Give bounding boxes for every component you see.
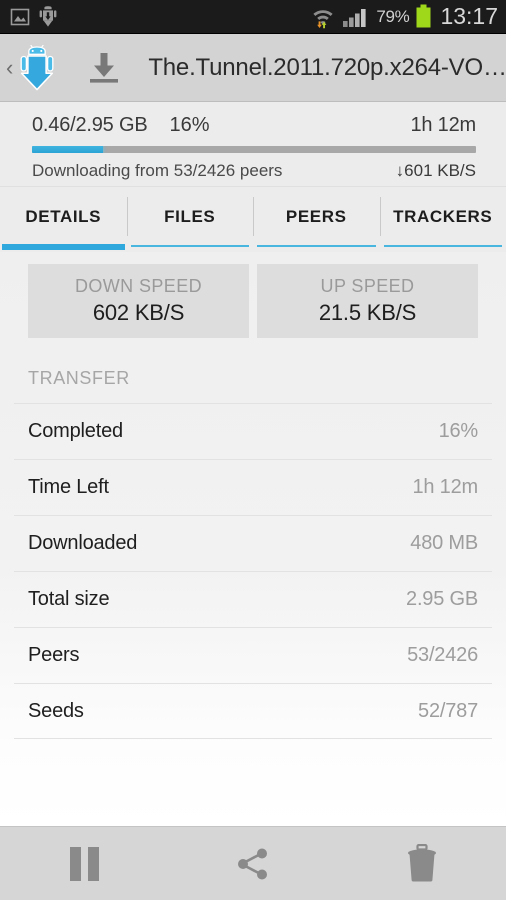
tab-files[interactable]: FILES: [126, 187, 254, 252]
details-content: DOWN SPEED 602 KB/S UP SPEED 21.5 KB/S T…: [0, 252, 506, 826]
tab-trackers[interactable]: TRACKERS: [379, 187, 506, 252]
progress-status-row: Downloading from 53/2426 peers ↓601 KB/S: [32, 161, 476, 181]
tab-bar: DETAILS FILES PEERS TRACKERS: [0, 187, 506, 252]
down-speed-card: DOWN SPEED 602 KB/S: [28, 264, 249, 338]
up-navigation-caret[interactable]: ‹: [0, 56, 14, 79]
progress-eta: 1h 12m: [410, 114, 476, 136]
up-speed-card: UP SPEED 21.5 KB/S: [257, 264, 478, 338]
progress-status-text: Downloading from 53/2426 peers: [32, 161, 283, 180]
tab-files-label: FILES: [164, 206, 216, 226]
delete-button[interactable]: [337, 827, 506, 900]
notification-icons: [10, 6, 58, 27]
action-bar: ‹ The.Tunnel.2011.720p.x264-VO…: [0, 34, 506, 102]
row-label: Downloaded: [28, 532, 138, 554]
tab-peers[interactable]: PEERS: [253, 187, 380, 252]
android-download-app-icon[interactable]: [14, 44, 60, 91]
battery-percent: 79%: [376, 6, 410, 26]
table-row[interactable]: Peers 53/2426: [14, 627, 492, 683]
up-speed-label: UP SPEED: [320, 276, 415, 296]
table-row[interactable]: Completed 16%: [14, 403, 492, 459]
pause-button[interactable]: [0, 827, 169, 900]
image-icon: [10, 8, 30, 25]
progress-bar: [32, 146, 476, 153]
trash-icon: [407, 843, 436, 881]
share-button[interactable]: [169, 827, 338, 900]
battery-full-icon: [416, 4, 431, 28]
progress-bar-fill: [32, 146, 104, 153]
wifi-transfer-icon: [313, 9, 333, 28]
transfer-section-header: TRANSFER: [28, 368, 130, 388]
row-value: 480 MB: [410, 532, 478, 554]
status-bar: 79% 13:17: [0, 0, 506, 34]
table-row[interactable]: Time Left 1h 12m: [14, 459, 492, 515]
up-speed-value: 21.5 KB/S: [318, 300, 417, 325]
cellular-signal-icon: [343, 8, 366, 27]
down-speed-label: DOWN SPEED: [74, 276, 202, 296]
share-icon: [238, 848, 267, 879]
row-label: Peers: [28, 644, 80, 666]
android-download-icon: [39, 6, 57, 27]
clock: 13:17: [440, 3, 498, 29]
tab-details[interactable]: DETAILS: [0, 187, 127, 252]
row-value: 1h 12m: [412, 476, 478, 498]
table-row[interactable]: Seeds 52/787: [14, 683, 492, 739]
speed-cards: DOWN SPEED 602 KB/S UP SPEED 21.5 KB/S: [0, 252, 506, 338]
progress-panel: 0.46/2.95 GB 16% 1h 12m Downloading from…: [0, 102, 506, 187]
status-bar-right: 79% 13:17: [310, 3, 498, 30]
progress-download-speed: ↓601 KB/S: [395, 161, 476, 180]
progress-summary-row: 0.46/2.95 GB 16% 1h 12m: [32, 114, 476, 137]
page-title: The.Tunnel.2011.720p.x264-VO…: [148, 53, 506, 81]
table-row[interactable]: Downloaded 480 MB: [14, 515, 492, 571]
download-icon[interactable]: [82, 46, 126, 90]
row-value: 2.95 GB: [406, 588, 478, 610]
row-label: Completed: [28, 420, 123, 442]
row-value: 53/2426: [407, 644, 478, 666]
tab-peers-label: PEERS: [285, 206, 347, 226]
row-value: 52/787: [418, 699, 478, 722]
tab-trackers-label: TRACKERS: [393, 206, 493, 226]
table-row[interactable]: Total size 2.95 GB: [14, 571, 492, 627]
bottom-action-bar: [0, 826, 506, 900]
transfer-rows: Completed 16% Time Left 1h 12m Downloade…: [0, 403, 506, 739]
row-label: Seeds: [28, 699, 84, 722]
progress-size: 0.46/2.95 GB: [32, 114, 148, 136]
progress-percent: 16%: [169, 114, 210, 136]
down-speed-value: 602 KB/S: [92, 300, 185, 325]
pause-icon: [69, 846, 99, 881]
row-label: Time Left: [28, 476, 109, 498]
tab-details-label: DETAILS: [25, 206, 102, 226]
row-label: Total size: [28, 588, 110, 610]
row-value: 16%: [438, 420, 479, 442]
